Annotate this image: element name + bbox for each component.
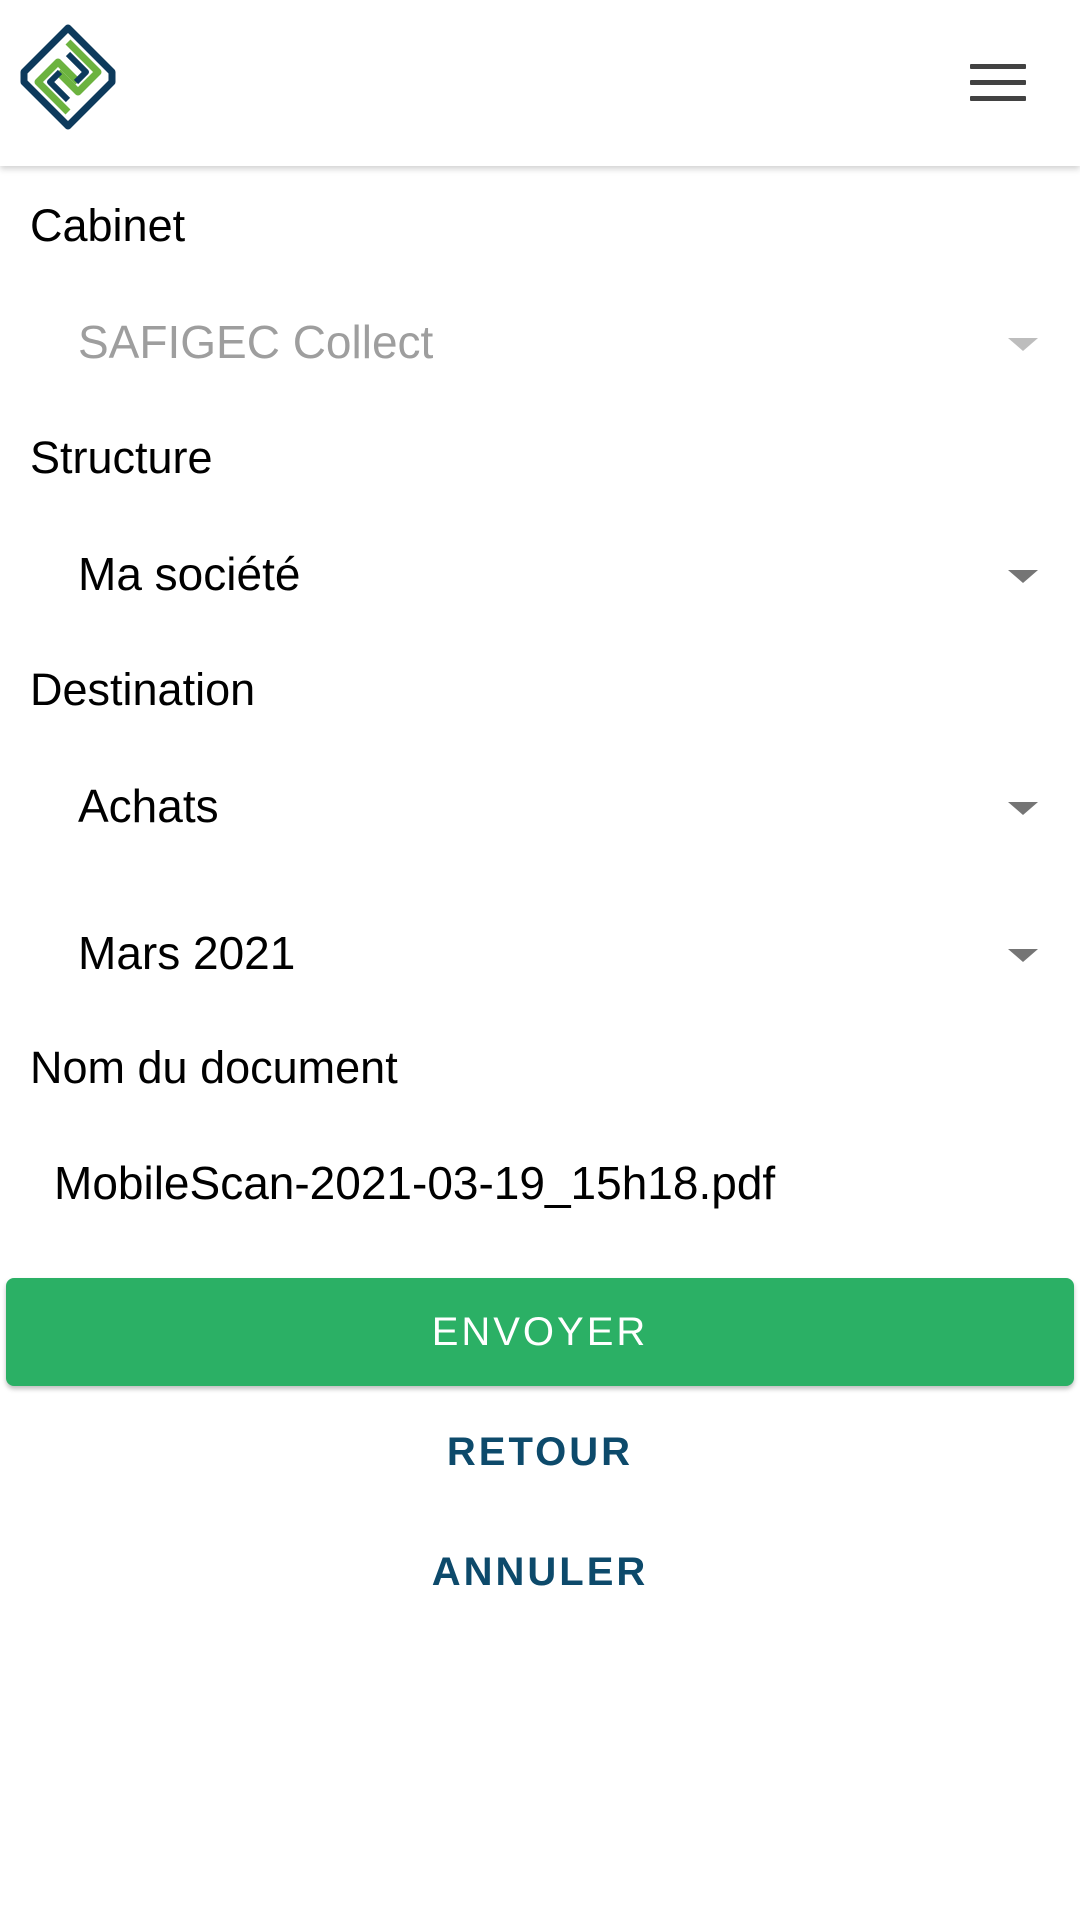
hamburger-menu-icon[interactable]	[970, 62, 1026, 106]
send-button[interactable]: ENVOYER	[6, 1278, 1074, 1386]
app-screen: Cabinet SAFIGEC Collect Structure Ma soc…	[0, 0, 1080, 1920]
structure-select-value: Ma société	[78, 548, 301, 600]
back-button[interactable]: RETOUR	[0, 1412, 1080, 1492]
cancel-button[interactable]: ANNULER	[0, 1532, 1080, 1612]
safigec-logo-icon[interactable]	[18, 24, 118, 144]
period-select[interactable]: Mars 2021	[0, 903, 1080, 1003]
structure-label: Structure	[30, 432, 213, 483]
destination-select[interactable]: Achats	[0, 756, 1080, 856]
document-name-label: Nom du document	[30, 1042, 398, 1093]
document-name-input[interactable]	[30, 1148, 1050, 1218]
destination-label: Destination	[30, 664, 256, 715]
menu-bar	[970, 64, 1026, 69]
cabinet-select-value: SAFIGEC Collect	[78, 316, 434, 368]
cabinet-select: SAFIGEC Collect	[0, 292, 1080, 392]
destination-select-value: Achats	[78, 780, 219, 832]
menu-bar	[970, 80, 1026, 85]
chevron-down-icon	[1008, 949, 1038, 962]
chevron-down-icon	[1008, 338, 1038, 351]
chevron-down-icon	[1008, 802, 1038, 815]
structure-select[interactable]: Ma société	[0, 524, 1080, 624]
app-header	[0, 0, 1080, 166]
period-select-value: Mars 2021	[78, 927, 296, 979]
menu-bar	[970, 96, 1026, 101]
cabinet-label: Cabinet	[30, 200, 186, 251]
chevron-down-icon	[1008, 570, 1038, 583]
